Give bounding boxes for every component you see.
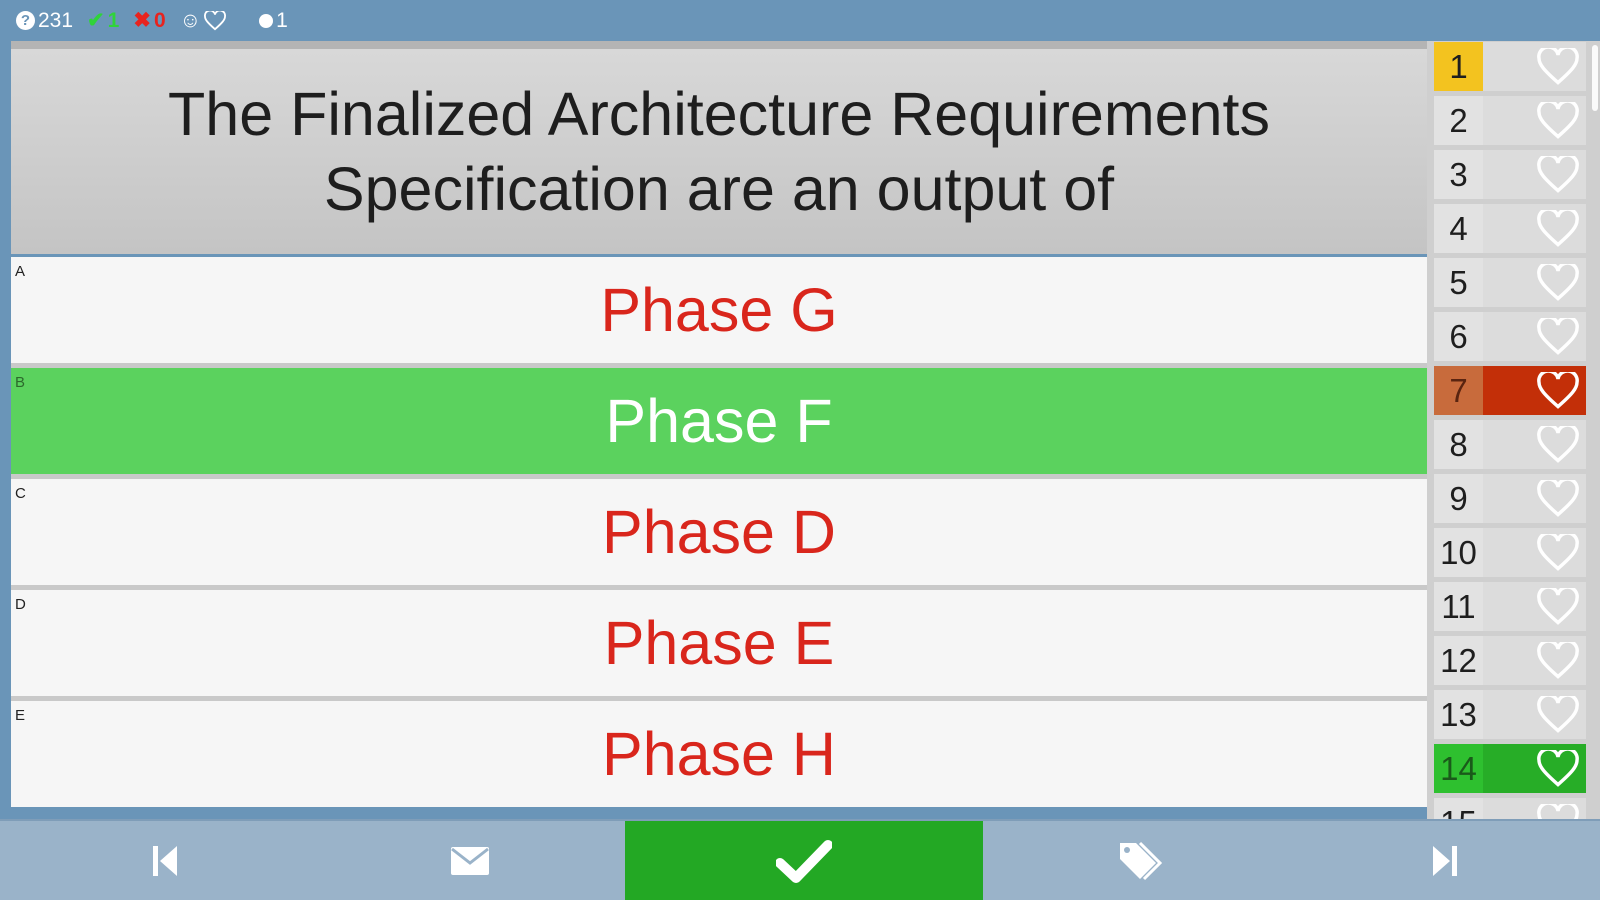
question-panel: The Finalized Architecture Requirements … [11,41,1427,254]
total-questions-count: 231 [38,8,74,32]
favorites-stat: ☺ [180,9,229,33]
question-number: 14 [1434,744,1483,793]
question-list-item[interactable]: 2 [1434,96,1586,145]
marked-stat: 1 [259,9,288,33]
favorite-heart-icon[interactable] [1536,803,1580,819]
mail-icon [451,846,489,875]
bottom-toolbar [0,819,1600,900]
answer-option-c[interactable]: C Phase D [11,479,1427,585]
favorite-heart-icon[interactable] [1536,371,1580,410]
favorite-heart-icon[interactable] [1536,209,1580,248]
question-list-item[interactable]: 6 [1434,312,1586,361]
first-question-icon [153,845,177,876]
last-question-icon [1433,845,1457,876]
answer-text: Phase D [602,498,836,566]
question-list-item[interactable]: 4 [1434,204,1586,253]
favorite-heart-icon[interactable] [1536,695,1580,734]
question-number: 6 [1434,312,1483,361]
favorite-heart-icon[interactable] [1536,47,1580,86]
tag-button[interactable] [1055,821,1225,900]
answer-option-a[interactable]: A Phase G [11,257,1427,363]
answer-letter: B [15,374,26,391]
question-number: 2 [1434,96,1483,145]
scrollbar[interactable] [1592,45,1598,111]
favorite-heart-icon[interactable] [1536,749,1580,788]
answer-text: Phase F [605,387,833,455]
answer-option-e[interactable]: E Phase H [11,701,1427,807]
answer-letter: A [15,263,26,280]
question-list[interactable]: 123456789101112131415 [1427,41,1600,819]
favorite-heart-icon[interactable] [1536,425,1580,464]
question-list-item[interactable]: 9 [1434,474,1586,523]
answer-letter: D [15,596,26,613]
answer-option-d[interactable]: D Phase E [11,590,1427,696]
marked-count: 1 [276,8,288,32]
tag-icon [1120,841,1162,880]
question-number: 11 [1434,582,1483,631]
question-number: 15 [1434,798,1483,819]
wrong-stat: ✖ 0 [133,8,165,33]
favorite-heart-icon[interactable] [1536,587,1580,626]
status-bar: ? 231 ✔ 1 ✖ 0 ☺ 1 [0,0,1600,41]
question-list-item[interactable]: 12 [1434,636,1586,685]
question-number: 1 [1434,42,1483,91]
question-list-item[interactable]: 5 [1434,258,1586,307]
question-list-item[interactable]: 15 [1434,798,1586,819]
question-number: 3 [1434,150,1483,199]
cross-icon: ✖ [133,9,151,32]
favorite-heart-icon[interactable] [1536,641,1580,680]
answer-text: Phase E [603,609,835,677]
favorite-heart-icon[interactable] [1536,101,1580,140]
question-list-item[interactable]: 3 [1434,150,1586,199]
submit-answer-button[interactable] [625,821,983,900]
question-number: 10 [1434,528,1483,577]
question-number: 5 [1434,258,1483,307]
last-question-button[interactable] [1360,821,1530,900]
favorite-heart-icon[interactable] [1536,479,1580,518]
question-text: The Finalized Architecture Requirements … [168,79,1270,223]
question-icon: ? [16,11,35,30]
question-list-item[interactable]: 14 [1434,744,1586,793]
question-list-item[interactable]: 7 [1434,366,1586,415]
answer-letter: C [15,485,26,502]
first-question-button[interactable] [80,821,250,900]
correct-count: 1 [107,8,120,32]
question-number: 12 [1434,636,1483,685]
wrong-count: 0 [153,8,166,32]
favorite-heart-icon[interactable] [1536,263,1580,302]
check-icon [776,839,832,883]
answer-text: Phase G [600,276,838,344]
question-list-item[interactable]: 8 [1434,420,1586,469]
favorite-heart-icon[interactable] [1536,155,1580,194]
correct-stat: ✔ 1 [87,8,119,33]
question-number: 13 [1434,690,1483,739]
answer-option-b[interactable]: B Phase F [11,368,1427,474]
question-number: 8 [1434,420,1483,469]
favorite-heart-icon[interactable] [1536,317,1580,356]
dot-icon [259,13,274,28]
question-list-item[interactable]: 11 [1434,582,1586,631]
answer-letter: E [15,707,26,724]
question-number: 9 [1434,474,1483,523]
question-list-item[interactable]: 10 [1434,528,1586,577]
question-list-item[interactable]: 1 [1434,42,1586,91]
answer-text: Phase H [602,720,836,788]
favorite-heart-icon[interactable] [1536,533,1580,572]
mail-button[interactable] [385,821,555,900]
total-questions-stat: ? 231 [16,9,73,33]
smiley-icon: ☺ [179,8,202,32]
question-number: 4 [1434,204,1483,253]
heart-icon [204,10,227,31]
question-list-item[interactable]: 13 [1434,690,1586,739]
question-number: 7 [1434,366,1483,415]
check-icon: ✔ [87,9,105,32]
